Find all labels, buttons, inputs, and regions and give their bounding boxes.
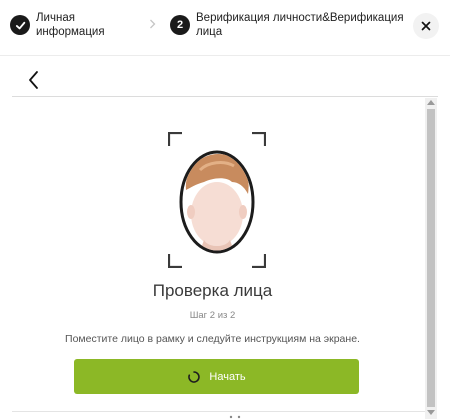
close-icon [421,21,431,31]
header-divider [0,55,450,56]
start-button-label: Начать [209,370,246,383]
spinner-icon [187,370,201,384]
scrollbar-thumb[interactable] [427,109,435,407]
step-2-label: Верификация личности&Верификация лица [196,12,404,38]
instruction-text: Поместите лицо в рамку и следуйте инстру… [65,333,360,345]
close-button[interactable] [413,13,439,39]
chevron-left-icon [29,71,38,89]
step-2-number-badge: 2 [170,15,190,35]
scroll-down-arrow-icon[interactable] [427,410,435,415]
face-frame-illustration [168,132,266,268]
pager-dots-icon [229,415,241,419]
scroll-up-arrow-icon[interactable] [427,100,435,105]
chevron-right-icon [149,17,156,32]
panel-bottom-divider [12,411,425,412]
page-title: Проверка лица [152,281,273,300]
step-completed-badge [10,15,30,35]
step-counter: Шаг 2 из 2 [189,310,236,321]
start-button[interactable]: Начать [74,359,359,394]
check-icon [15,21,25,29]
back-button[interactable] [24,68,46,92]
step-1-label: Личная информация [36,12,105,38]
stepper-header: Личная информация 2 Верификация личности… [0,0,450,52]
